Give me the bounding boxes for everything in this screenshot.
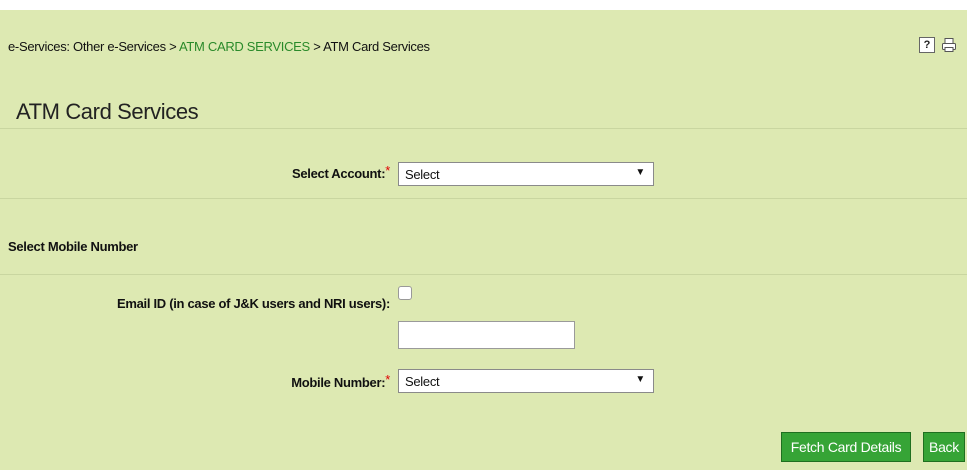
select-account-value: Select [405, 166, 440, 182]
email-id-label: Email ID (in case of J&K users and NRI u… [116, 296, 390, 311]
email-id-checkbox[interactable] [398, 286, 412, 300]
select-account-label: Select Account:* [291, 163, 390, 181]
page-title: ATM Card Services [16, 99, 199, 124]
breadcrumb: e-Services: Other e-Services > ATM CARD … [8, 39, 430, 54]
mobile-number-label: Mobile Number:* [291, 372, 390, 390]
divider [0, 128, 967, 129]
mobile-number-dropdown[interactable]: Select ▼ [398, 369, 654, 393]
fetch-card-details-button[interactable]: Fetch Card Details [781, 432, 911, 462]
select-account-dropdown[interactable]: Select ▼ [398, 162, 654, 186]
mobile-number-label-text: Mobile Number: [291, 375, 386, 390]
divider [0, 274, 967, 275]
content-panel: e-Services: Other e-Services > ATM CARD … [0, 10, 967, 470]
dropdown-arrow-icon: ▼ [635, 374, 645, 385]
divider [0, 198, 967, 199]
select-mobile-number-heading: Select Mobile Number [8, 239, 138, 254]
select-account-label-text: Select Account: [291, 166, 386, 181]
required-marker: * [385, 372, 390, 387]
breadcrumb-current: > ATM Card Services [309, 39, 430, 54]
back-button[interactable]: Back [923, 432, 965, 462]
breadcrumb-prefix: e-Services: Other e-Services > [8, 39, 179, 54]
dropdown-arrow-icon: ▼ [635, 167, 645, 178]
help-icon[interactable]: ? [919, 37, 935, 53]
breadcrumb-link-atm-card-services[interactable]: ATM CARD SERVICES [179, 39, 310, 54]
printer-icon[interactable] [941, 37, 957, 53]
required-marker: * [385, 163, 390, 178]
email-id-input[interactable] [398, 321, 575, 349]
mobile-number-value: Select [405, 373, 440, 389]
page-tools: ? [919, 37, 957, 53]
